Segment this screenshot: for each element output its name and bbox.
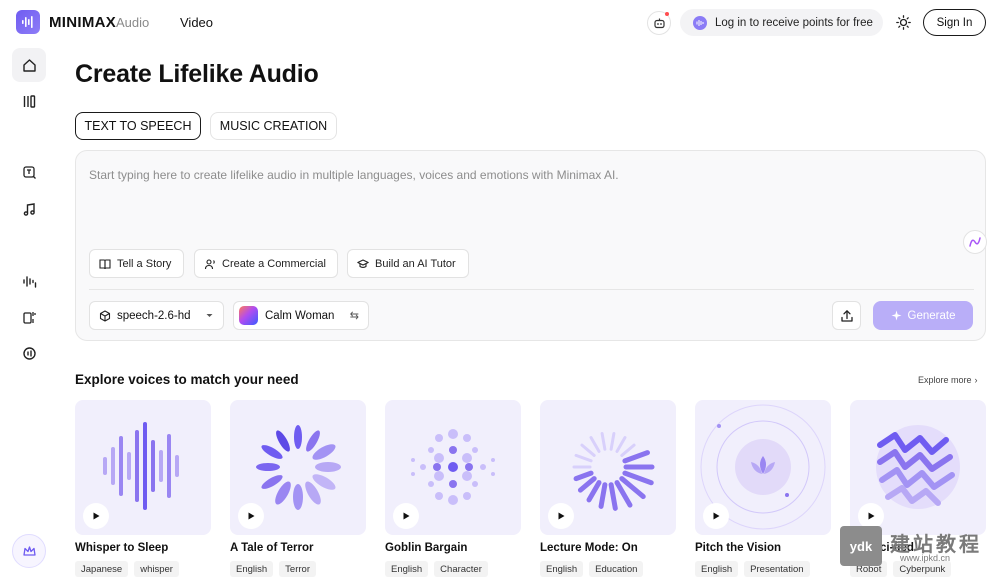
generate-label: Generate [907,309,956,322]
card-title: Goblin Bargain [385,542,468,554]
minimax-logo-icon[interactable] [16,10,40,34]
model-select[interactable]: speech-2.6-hd [89,301,224,330]
card-title: A Tale of Terror [230,542,314,554]
sun-icon[interactable] [894,13,912,31]
card-tags: English Education [540,561,644,577]
tag: Presentation [744,561,810,577]
home-icon[interactable] [12,48,46,82]
card-title: Whisper to Sleep [75,542,169,554]
voice-avatar [239,306,258,325]
upload-icon[interactable] [832,301,861,330]
page-title: Create Lifelike Audio [75,60,319,88]
voice-design-icon[interactable] [12,336,46,370]
swap-icon[interactable]: ⇆ [350,309,359,322]
voice-card-a-tale-of-terror[interactable]: A Tale of Terror English Terror [230,400,366,585]
sound-wave-icon [693,15,707,30]
music-note-icon[interactable] [12,192,46,226]
card-tags: English Presentation [695,561,810,577]
site-watermark: ydk 建站教程 www.ipkd.cn [840,526,1000,576]
watermark-url: www.ipkd.cn [900,553,951,563]
tell-a-story-chip[interactable]: Tell a Story [89,249,184,278]
library-icon[interactable] [12,84,46,118]
assistant-float-icon[interactable] [963,230,987,254]
notification-dot [665,12,669,16]
nav-audio[interactable]: Audio [116,15,149,30]
voice-clone-icon[interactable] [12,300,46,334]
tag: Education [589,561,644,577]
play-icon[interactable] [703,503,729,529]
watermark-logo: ydk [840,526,882,566]
play-icon[interactable] [83,503,109,529]
nav-video[interactable]: Video [180,15,213,30]
top-header: MINIMAX Audio Video Log in to receive po… [0,0,1000,46]
build-ai-tutor-chip[interactable]: Build an AI Tutor [347,249,469,278]
sparkle-icon [891,310,902,321]
voice-wave-icon[interactable] [12,264,46,298]
chevron-right-icon: › [974,375,978,385]
tag: English [230,561,274,577]
chip-label: Build an AI Tutor [375,257,456,270]
card-tags: English Character [385,561,488,577]
text-input-placeholder[interactable]: Start typing here to create lifelike aud… [89,168,619,182]
voice-card-whisper-to-sleep[interactable]: Whisper to Sleep Japanese whisper [75,400,211,585]
logo-text[interactable]: MINIMAX [49,14,116,31]
book-icon [99,258,111,269]
explore-section-title: Explore voices to match your need [75,372,299,387]
chip-label: Tell a Story [117,257,172,270]
card-title: Lecture Mode: On [540,542,638,554]
card-title: Pitch the Vision [695,542,782,554]
sidebar [0,46,60,585]
model-value: speech-2.6-hd [117,309,191,322]
cube-icon [99,309,111,322]
explore-more-link[interactable]: Explore more › [918,375,978,385]
tag: English [385,561,429,577]
tag: Japanese [75,561,129,577]
card-tags: Japanese whisper [75,561,179,577]
voice-person-icon [204,258,215,269]
voice-card-goblin-bargain[interactable]: Goblin Bargain English Character [385,400,521,585]
editor-divider [89,289,974,290]
login-points-banner[interactable]: Log in to receive points for free [680,9,883,36]
tag: English [695,561,739,577]
text-editor-panel[interactable]: Start typing here to create lifelike aud… [75,150,986,341]
graduation-cap-icon [357,258,369,268]
generate-button[interactable]: Generate [873,301,973,330]
crown-icon[interactable] [12,534,46,568]
chevron-down-icon [206,314,213,317]
tag: Terror [279,561,316,577]
voice-select[interactable]: Calm Woman ⇆ [233,301,369,330]
create-commercial-chip[interactable]: Create a Commercial [194,249,338,278]
tab-text-to-speech[interactable]: TEXT TO SPEECH [75,112,201,140]
play-icon[interactable] [393,503,419,529]
tag: whisper [134,561,179,577]
voice-card-lecture-mode-on[interactable]: Lecture Mode: On English Education [540,400,676,585]
tab-music-creation[interactable]: MUSIC CREATION [210,112,337,140]
play-icon[interactable] [548,503,574,529]
explore-more-label: Explore more [918,375,972,385]
chip-label: Create a Commercial [222,257,326,270]
voice-card-pitch-the-vision[interactable]: Pitch the Vision English Presentation [695,400,831,585]
play-icon[interactable] [238,503,264,529]
sign-in-button[interactable]: Sign In [923,9,986,36]
voice-value: Calm Woman [265,309,335,322]
points-text: Log in to receive points for free [715,16,873,29]
tag: Character [434,561,488,577]
tag: English [540,561,584,577]
card-tags: English Terror [230,561,316,577]
text-to-speech-icon[interactable] [12,155,46,189]
